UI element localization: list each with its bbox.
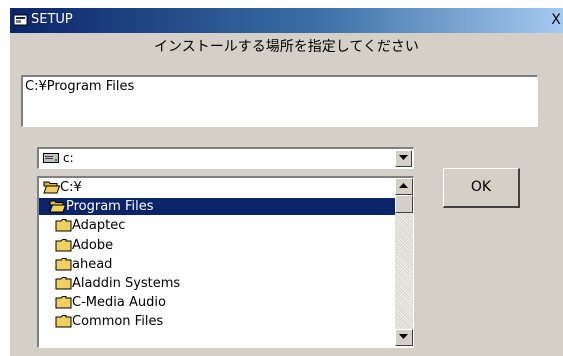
folder-icon [55,238,72,252]
chevron-down-icon [399,155,408,160]
folder-list-item-label: Adaptec [72,218,126,234]
install-path-field[interactable]: C:¥Program Files [21,75,538,127]
drive-select-value: c: [63,151,74,165]
folder-list-item-label: C:¥ [60,180,82,195]
folder-list-item[interactable]: C-Media Audio [39,294,395,311]
open-folder-icon [49,199,67,213]
chevron-up-icon [399,183,408,188]
open-folder-icon [43,180,61,194]
scroll-up-button[interactable] [395,178,413,195]
folder-list-item-label: C-Media Audio [72,295,166,311]
chevron-down-icon [399,334,408,339]
folder-list-item[interactable]: Aladdin Systems [39,275,395,292]
scrollbar[interactable] [395,178,413,346]
folder-icon [55,257,72,271]
scroll-thumb[interactable] [395,195,413,213]
folder-icon [55,314,72,328]
window-title: SETUP [31,12,73,27]
setup-window: SETUP X インストールする場所を指定してください C:¥Program F… [10,8,563,356]
close-button[interactable]: X [549,12,563,28]
folder-list-item[interactable]: Common Files [39,313,395,330]
app-icon [14,14,28,26]
folder-list-item-label: ahead [72,256,113,272]
instruction-text: インストールする場所を指定してください [154,39,419,55]
folder-list-item[interactable]: C:¥ [39,179,395,196]
folder-list-item[interactable]: Program Files [39,198,395,216]
scroll-down-button[interactable] [395,329,413,346]
folder-icon [55,276,72,290]
title-bar[interactable]: SETUP X [10,8,563,33]
folder-list[interactable]: C:¥ Program Files Adaptec Adobe ahead Aladdin… [37,176,414,348]
folder-list-item-label: Adobe [72,237,114,253]
folder-list-item-label: Common Files [72,314,164,330]
folder-icon [55,218,72,232]
folder-list-item[interactable]: ahead [39,256,395,273]
folder-icon [55,295,72,309]
folder-list-item[interactable]: Adobe [39,237,395,254]
drive-dropdown-button[interactable] [395,150,412,167]
folder-list-item-label: Program Files [66,199,154,215]
folder-list-item-label: Aladdin Systems [72,276,181,291]
drive-icon [43,153,59,163]
ok-button[interactable]: OK [443,168,520,208]
drive-select[interactable]: c: [37,147,414,169]
folder-list-item[interactable]: Adaptec [39,217,395,234]
